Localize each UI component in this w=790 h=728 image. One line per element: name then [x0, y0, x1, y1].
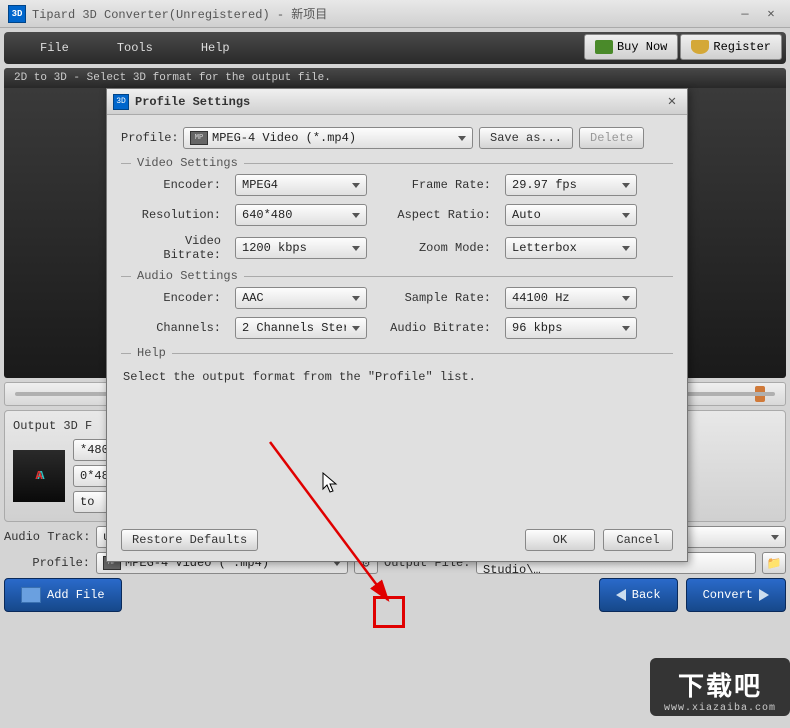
- video-encoder-label: Encoder:: [121, 178, 221, 192]
- chevron-down-icon: [352, 213, 360, 218]
- chevron-down-icon: [622, 213, 630, 218]
- watermark-url: www.xiazaiba.com: [664, 703, 776, 714]
- zoom-mode-label: Zoom Mode:: [381, 241, 491, 255]
- watermark-text: 下载吧: [664, 666, 776, 703]
- menu-bar: File Tools Help Buy Now Register: [4, 32, 786, 64]
- channels-label: Channels:: [121, 321, 221, 335]
- dialog-title-bar: 3D Profile Settings ✕: [107, 89, 687, 115]
- back-button[interactable]: Back: [599, 578, 678, 612]
- buy-now-label: Buy Now: [617, 40, 667, 54]
- samplerate-dropdown[interactable]: 44100 Hz: [505, 287, 637, 309]
- dialog-body: Profile: MPMPEG-4 Video (*.mp4) Save as.…: [107, 115, 687, 402]
- save-as-button[interactable]: Save as...: [479, 127, 573, 149]
- anaglyph-icon[interactable]: A: [13, 450, 65, 502]
- add-file-icon: [21, 587, 41, 603]
- app-logo-icon: 3D: [8, 5, 26, 23]
- delete-button: Delete: [579, 127, 644, 149]
- chevron-down-icon: [622, 246, 630, 251]
- key-icon: [691, 40, 709, 54]
- resolution-dropdown[interactable]: 640*480: [235, 204, 367, 226]
- chevron-down-icon: [771, 535, 779, 540]
- restore-defaults-button[interactable]: Restore Defaults: [121, 529, 258, 551]
- browse-output-button[interactable]: 📁: [762, 552, 786, 574]
- audio-bitrate-label: Audio Bitrate:: [381, 321, 491, 335]
- chevron-down-icon: [352, 326, 360, 331]
- menu-tools[interactable]: Tools: [93, 35, 177, 61]
- window-title: Tipard 3D Converter(Unregistered) - 新项目: [32, 5, 730, 22]
- video-bitrate-dropdown[interactable]: 1200 kbps: [235, 237, 367, 259]
- chevron-down-icon: [352, 246, 360, 251]
- audio-encoder-dropdown[interactable]: AAC: [235, 287, 367, 309]
- arrow-right-icon: [759, 589, 769, 601]
- dialog-close-button[interactable]: ✕: [663, 94, 681, 110]
- profile-settings-dialog: 3D Profile Settings ✕ Profile: MPMPEG-4 …: [106, 88, 688, 562]
- title-bar: 3D Tipard 3D Converter(Unregistered) - 新…: [0, 0, 790, 28]
- slider-thumb-icon[interactable]: [755, 386, 765, 402]
- buy-now-button[interactable]: Buy Now: [584, 34, 678, 60]
- video-bitrate-label: Video Bitrate:: [121, 234, 221, 262]
- modal-profile-dropdown[interactable]: MPMPEG-4 Video (*.mp4): [183, 127, 473, 149]
- audio-settings-group: Audio Settings Encoder: AAC Sample Rate:…: [121, 276, 673, 339]
- zoom-mode-dropdown[interactable]: Letterbox: [505, 237, 637, 259]
- watermark: 下载吧 www.xiazaiba.com: [650, 658, 790, 716]
- channels-dropdown[interactable]: 2 Channels Stereo: [235, 317, 367, 339]
- cursor-icon: [322, 472, 340, 496]
- register-label: Register: [713, 40, 771, 54]
- cancel-button[interactable]: Cancel: [603, 529, 673, 551]
- modal-profile-label: Profile:: [121, 131, 177, 145]
- audio-settings-legend: Audio Settings: [131, 269, 244, 283]
- help-group: Help Select the output format from the "…: [121, 353, 673, 390]
- help-legend: Help: [131, 346, 172, 360]
- dialog-logo-icon: 3D: [113, 94, 129, 110]
- register-button[interactable]: Register: [680, 34, 782, 60]
- toolbar-right: Buy Now Register: [584, 34, 782, 60]
- video-settings-group: Video Settings Encoder: MPEG4 Frame Rate…: [121, 163, 673, 262]
- menu-help[interactable]: Help: [177, 35, 254, 61]
- convert-button[interactable]: Convert: [686, 578, 786, 612]
- video-encoder-dropdown[interactable]: MPEG4: [235, 174, 367, 196]
- add-file-button[interactable]: Add File: [4, 578, 122, 612]
- resolution-label: Resolution:: [121, 208, 221, 222]
- audio-bitrate-dropdown[interactable]: 96 kbps: [505, 317, 637, 339]
- chevron-down-icon: [622, 326, 630, 331]
- close-button[interactable]: ✕: [760, 6, 782, 22]
- cart-icon: [595, 40, 613, 54]
- dialog-footer: Restore Defaults OK Cancel: [121, 529, 673, 551]
- minimize-button[interactable]: —: [734, 6, 756, 22]
- chevron-down-icon: [352, 296, 360, 301]
- folder-icon: 📁: [767, 556, 782, 571]
- framerate-label: Frame Rate:: [381, 178, 491, 192]
- mpeg-icon: MP: [190, 131, 208, 145]
- hint-bar: 2D to 3D - Select 3D format for the outp…: [4, 68, 786, 88]
- framerate-dropdown[interactable]: 29.97 fps: [505, 174, 637, 196]
- profile-label: Profile:: [4, 556, 90, 570]
- chevron-down-icon: [458, 136, 466, 141]
- ok-button[interactable]: OK: [525, 529, 595, 551]
- video-settings-legend: Video Settings: [131, 156, 244, 170]
- chevron-down-icon: [622, 296, 630, 301]
- audio-track-label: Audio Track:: [4, 530, 90, 544]
- arrow-left-icon: [616, 589, 626, 601]
- aspect-ratio-dropdown[interactable]: Auto: [505, 204, 637, 226]
- audio-encoder-label: Encoder:: [121, 291, 221, 305]
- aspect-ratio-label: Aspect Ratio:: [381, 208, 491, 222]
- samplerate-label: Sample Rate:: [381, 291, 491, 305]
- dialog-title: Profile Settings: [135, 95, 663, 109]
- help-text: Select the output format from the "Profi…: [121, 364, 673, 390]
- menu-file[interactable]: File: [16, 35, 93, 61]
- chevron-down-icon: [622, 183, 630, 188]
- chevron-down-icon: [352, 183, 360, 188]
- bottom-bar: Add File Back Convert: [4, 578, 786, 612]
